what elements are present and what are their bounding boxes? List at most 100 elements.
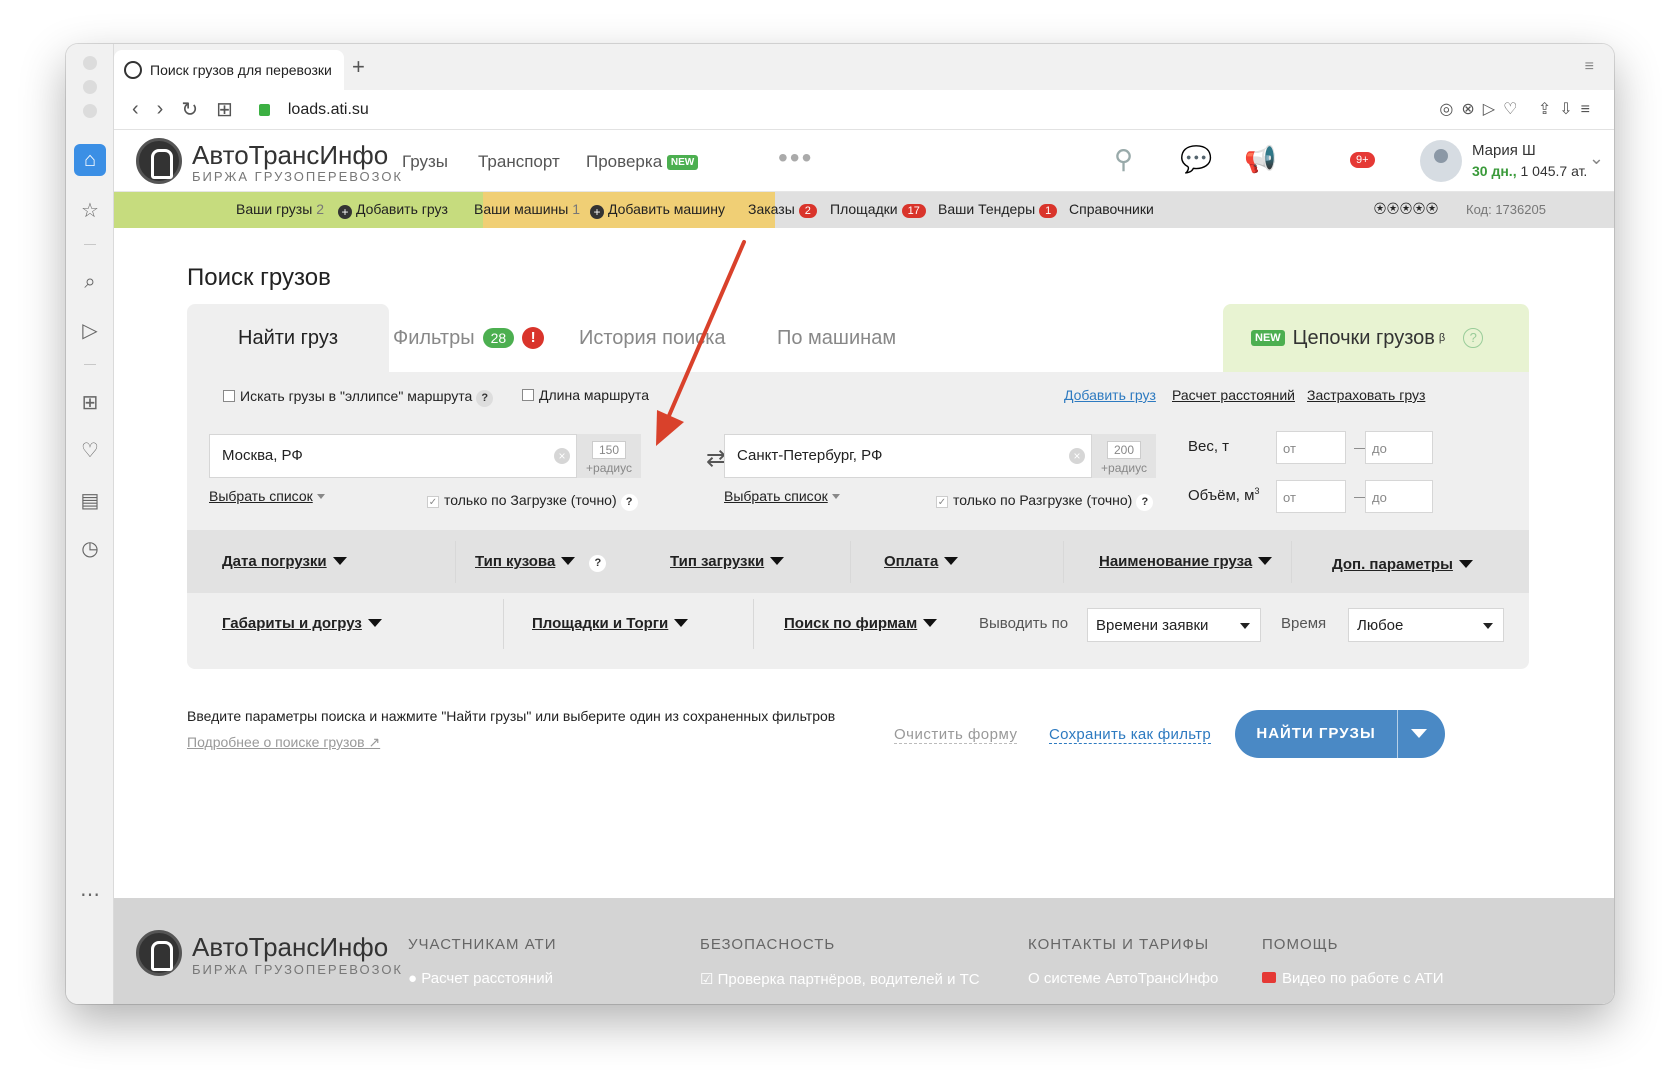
clear-form-button[interactable]: Очистить форму <box>894 726 1018 744</box>
search-icon[interactable]: ⌕ <box>74 266 106 298</box>
to-radius[interactable]: 200 +радиус <box>1092 434 1156 478</box>
tab-search-history[interactable]: История поиска <box>579 304 726 372</box>
footer-col2-item[interactable]: ☑ Проверка партнёров, водителей и ТС <box>700 970 980 988</box>
find-loads-label[interactable]: НАЙТИ ГРУЗЫ <box>1235 710 1397 758</box>
checkbox-box[interactable] <box>522 389 534 401</box>
to-radius-value[interactable]: 200 <box>1107 441 1141 459</box>
search-magnifier-icon[interactable]: ⚲ <box>1114 144 1133 175</box>
ati-logo-icon[interactable] <box>136 930 182 976</box>
url-field[interactable]: loads.ati.su <box>288 101 369 119</box>
tenders-link[interactable]: Ваши Тендеры 1 <box>938 201 1058 218</box>
more-nav-icon[interactable]: ••• <box>778 142 813 174</box>
chevron-down-icon[interactable]: ⌄ <box>1589 148 1604 169</box>
from-select-list[interactable]: Выбрать список <box>209 488 325 504</box>
forward-icon[interactable]: › <box>157 98 164 121</box>
window-minimize-dot[interactable] <box>83 80 97 94</box>
checkbox-box[interactable] <box>223 390 235 402</box>
more-about-search-link[interactable]: Подробнее о поиске грузов ↗ <box>187 734 380 751</box>
reload-icon[interactable]: ↻ <box>181 97 198 122</box>
new-tab-plus-icon[interactable]: + <box>352 54 365 80</box>
tab-cargo-chains[interactable]: NEW Цепочки грузов β? <box>1223 304 1529 372</box>
tab-by-trucks[interactable]: По машинам <box>777 304 896 372</box>
checkbox-checked[interactable]: ✓ <box>936 496 948 508</box>
ellipse-checkbox[interactable]: Искать грузы в "эллипсе" маршрута? <box>223 388 494 407</box>
more-dots-icon[interactable]: ⋯ <box>74 878 106 910</box>
sort-select[interactable]: Времени заявки <box>1087 608 1261 642</box>
from-radius[interactable]: 150 +радиус <box>577 434 641 478</box>
megaphone-icon[interactable]: 📢 <box>1244 144 1276 175</box>
time-select[interactable]: Любое <box>1348 608 1504 642</box>
weight-from-input[interactable]: от <box>1276 431 1346 464</box>
window-close-dot[interactable] <box>83 56 97 70</box>
ellipse-help-icon[interactable]: ? <box>476 390 494 407</box>
ati-logo-icon[interactable] <box>136 138 182 184</box>
add-load-link[interactable]: Добавить груз <box>1064 387 1156 403</box>
distance-calc-link[interactable]: Расчет расстояний <box>1172 387 1295 403</box>
help-icon[interactable]: ? <box>620 494 638 511</box>
only-unloading-checkbox[interactable]: ✓ только по Разгрузке (точно)? <box>936 492 1154 511</box>
nav-transport[interactable]: Транспорт <box>478 152 560 172</box>
help-icon[interactable]: ? <box>589 555 607 572</box>
add-load-button[interactable]: + Добавить груз <box>338 201 448 219</box>
star-icon[interactable]: ☆ <box>74 194 106 226</box>
browser-toolbar-icons[interactable]: ◎⊗▷♡ ⇪⇩≡ <box>1439 99 1598 119</box>
tab-find-load[interactable]: Найти груз <box>187 304 389 372</box>
from-city-input[interactable]: Москва, РФ × <box>209 434 577 478</box>
notes-icon[interactable]: ▤ <box>74 484 106 516</box>
firms-search-filter[interactable]: Поиск по фирмам <box>784 615 938 632</box>
insure-load-link[interactable]: Застраховать груз <box>1307 387 1425 403</box>
rating-medals-icon[interactable]: ⍟⍟⍟⍟⍟ <box>1374 198 1439 221</box>
extra-params-filter[interactable]: Доп. параметры <box>1332 556 1473 573</box>
from-radius-value[interactable]: 150 <box>592 441 626 459</box>
to-city-input[interactable]: Санкт-Петербург, РФ × <box>724 434 1092 478</box>
dropdown-arrow-icon[interactable] <box>1411 729 1427 738</box>
footer-col3-item[interactable]: О системе АвтоТрансИнфо <box>1028 970 1218 987</box>
footer-brand[interactable]: АвтоТрансИнфо <box>192 932 388 963</box>
nav-loads[interactable]: Грузы <box>402 152 448 172</box>
clear-icon[interactable]: × <box>1069 448 1085 464</box>
payment-filter[interactable]: Оплата <box>884 553 959 570</box>
load-date-filter[interactable]: Дата погрузки <box>222 553 347 570</box>
footer-col1-item[interactable]: ● Расчет расстояний <box>408 970 553 987</box>
window-zoom-dot[interactable] <box>83 104 97 118</box>
footer-col4-item[interactable]: Видео по работе с АТИ <box>1262 970 1444 987</box>
chains-help-icon[interactable]: ? <box>1463 328 1484 348</box>
platforms-filter[interactable]: Площадки и Торги <box>532 615 689 632</box>
history-clock-icon[interactable]: ◷ <box>74 532 106 564</box>
help-icon[interactable]: ? <box>1136 494 1154 511</box>
apps-grid-icon[interactable]: ⊞ <box>74 386 106 418</box>
your-loads-link[interactable]: Ваши грузы 2 <box>236 201 324 217</box>
clear-icon[interactable]: × <box>554 448 570 464</box>
tab-filters[interactable]: Фильтры 28! <box>393 304 545 372</box>
route-length-checkbox[interactable]: Длина маршрута <box>522 387 649 403</box>
find-loads-button[interactable]: НАЙТИ ГРУЗЫ <box>1235 710 1445 758</box>
orders-link[interactable]: Заказы 2 <box>748 201 817 218</box>
brand-name[interactable]: АвтоТрансИнфо <box>192 140 388 171</box>
only-loading-checkbox[interactable]: ✓ только по Загрузке (точно)? <box>427 492 638 511</box>
heart-icon[interactable]: ♡ <box>74 434 106 466</box>
dimensions-filter[interactable]: Габариты и догруз <box>222 615 382 632</box>
tabs-grid-icon[interactable]: ⊞ <box>216 97 233 122</box>
references-link[interactable]: Справочники <box>1069 201 1154 217</box>
add-truck-button[interactable]: + Добавить машину <box>590 201 725 219</box>
user-name[interactable]: Мария Ш <box>1472 142 1536 159</box>
loading-type-filter[interactable]: Тип загрузки <box>670 553 785 570</box>
weight-to-input[interactable]: до <box>1365 431 1433 464</box>
to-select-list[interactable]: Выбрать список <box>724 488 840 504</box>
cargo-name-filter[interactable]: Наименование груза <box>1099 553 1273 570</box>
back-icon[interactable]: ‹ <box>132 98 139 121</box>
volume-to-input[interactable]: до <box>1365 480 1433 513</box>
home-icon[interactable]: ⌂ <box>74 144 106 176</box>
checkbox-checked[interactable]: ✓ <box>427 496 439 508</box>
body-type-filter[interactable]: Тип кузова? <box>475 553 607 572</box>
browser-tab[interactable]: Поиск грузов для перевозки <box>114 50 344 90</box>
avatar[interactable] <box>1420 140 1462 182</box>
tab-menu-icon[interactable]: ≡ <box>1585 58 1594 76</box>
nav-check[interactable]: Проверка NEW <box>586 152 699 172</box>
chat-bubbles-icon[interactable]: 💬 <box>1180 144 1212 175</box>
send-icon[interactable]: ▷ <box>74 314 106 346</box>
platforms-link[interactable]: Площадки 17 <box>830 201 926 218</box>
save-filter-button[interactable]: Сохранить как фильтр <box>1049 726 1211 744</box>
volume-from-input[interactable]: от <box>1276 480 1346 513</box>
your-trucks-link[interactable]: Ваши машины 1 <box>474 201 580 217</box>
